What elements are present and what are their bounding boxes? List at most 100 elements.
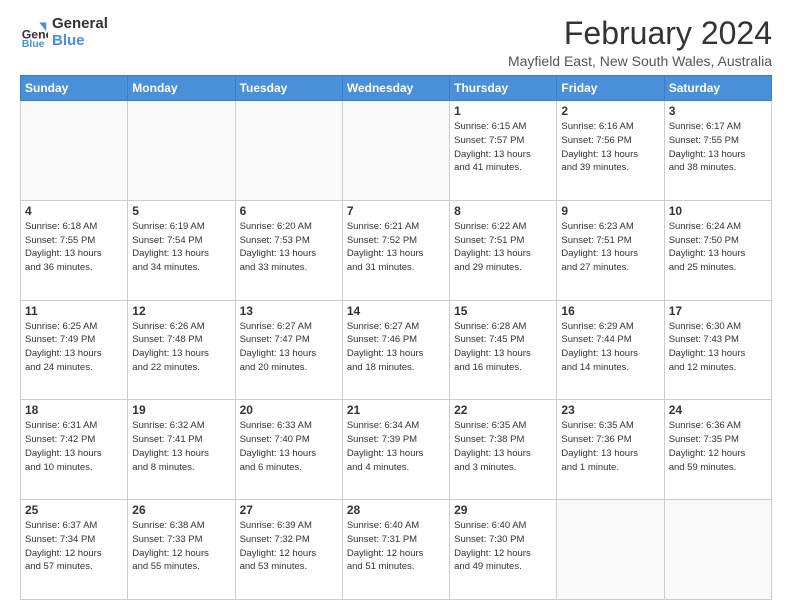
calendar-cell: 12 Sunrise: 6:26 AMSunset: 7:48 PMDayligh… bbox=[128, 300, 235, 400]
calendar-cell: 13 Sunrise: 6:27 AMSunset: 7:47 PMDayligh… bbox=[235, 300, 342, 400]
week-row-1: 4 Sunrise: 6:18 AMSunset: 7:55 PMDaylight… bbox=[21, 200, 772, 300]
calendar-header-row: SundayMondayTuesdayWednesdayThursdayFrid… bbox=[21, 76, 772, 101]
day-info: Sunrise: 6:30 AMSunset: 7:43 PMDaylight:… bbox=[669, 320, 767, 375]
day-number: 25 bbox=[25, 503, 123, 517]
logo-blue: Blue bbox=[52, 33, 108, 50]
calendar-cell: 1 Sunrise: 6:15 AMSunset: 7:57 PMDaylight… bbox=[450, 101, 557, 201]
day-number: 5 bbox=[132, 204, 230, 218]
day-number: 22 bbox=[454, 403, 552, 417]
day-info: Sunrise: 6:19 AMSunset: 7:54 PMDaylight:… bbox=[132, 220, 230, 275]
calendar-cell: 24 Sunrise: 6:36 AMSunset: 7:35 PMDayligh… bbox=[664, 400, 771, 500]
day-number: 13 bbox=[240, 304, 338, 318]
day-number: 6 bbox=[240, 204, 338, 218]
calendar-cell: 19 Sunrise: 6:32 AMSunset: 7:41 PMDayligh… bbox=[128, 400, 235, 500]
calendar-cell: 2 Sunrise: 6:16 AMSunset: 7:56 PMDaylight… bbox=[557, 101, 664, 201]
calendar-cell: 22 Sunrise: 6:35 AMSunset: 7:38 PMDayligh… bbox=[450, 400, 557, 500]
day-info: Sunrise: 6:21 AMSunset: 7:52 PMDaylight:… bbox=[347, 220, 445, 275]
day-number: 2 bbox=[561, 104, 659, 118]
calendar-cell bbox=[128, 101, 235, 201]
subtitle: Mayfield East, New South Wales, Australi… bbox=[508, 53, 772, 69]
calendar-cell: 7 Sunrise: 6:21 AMSunset: 7:52 PMDaylight… bbox=[342, 200, 449, 300]
day-number: 19 bbox=[132, 403, 230, 417]
page: General Blue General Blue February 2024 … bbox=[0, 0, 792, 612]
calendar-cell bbox=[235, 101, 342, 201]
calendar-cell bbox=[342, 101, 449, 201]
day-info: Sunrise: 6:27 AMSunset: 7:46 PMDaylight:… bbox=[347, 320, 445, 375]
day-number: 4 bbox=[25, 204, 123, 218]
day-info: Sunrise: 6:40 AMSunset: 7:31 PMDaylight:… bbox=[347, 519, 445, 574]
calendar-cell: 15 Sunrise: 6:28 AMSunset: 7:45 PMDayligh… bbox=[450, 300, 557, 400]
day-info: Sunrise: 6:15 AMSunset: 7:57 PMDaylight:… bbox=[454, 120, 552, 175]
calendar-cell: 6 Sunrise: 6:20 AMSunset: 7:53 PMDaylight… bbox=[235, 200, 342, 300]
header-day-friday: Friday bbox=[557, 76, 664, 101]
day-number: 17 bbox=[669, 304, 767, 318]
calendar-cell bbox=[557, 500, 664, 600]
day-number: 20 bbox=[240, 403, 338, 417]
calendar-cell: 10Sunrise: 6:24 AMSunset: 7:50 PMDayligh… bbox=[664, 200, 771, 300]
day-info: Sunrise: 6:34 AMSunset: 7:39 PMDaylight:… bbox=[347, 419, 445, 474]
calendar-cell: 16 Sunrise: 6:29 AMSunset: 7:44 PMDayligh… bbox=[557, 300, 664, 400]
calendar-cell: 26Sunrise: 6:38 AMSunset: 7:33 PMDayligh… bbox=[128, 500, 235, 600]
day-info: Sunrise: 6:35 AMSunset: 7:36 PMDaylight:… bbox=[561, 419, 659, 474]
day-info: Sunrise: 6:26 AMSunset: 7:48 PMDaylight:… bbox=[132, 320, 230, 375]
header-day-sunday: Sunday bbox=[21, 76, 128, 101]
day-info: Sunrise: 6:32 AMSunset: 7:41 PMDaylight:… bbox=[132, 419, 230, 474]
day-info: Sunrise: 6:39 AMSunset: 7:32 PMDaylight:… bbox=[240, 519, 338, 574]
calendar-cell: 5 Sunrise: 6:19 AMSunset: 7:54 PMDaylight… bbox=[128, 200, 235, 300]
day-number: 21 bbox=[347, 403, 445, 417]
day-info: Sunrise: 6:17 AMSunset: 7:55 PMDaylight:… bbox=[669, 120, 767, 175]
day-info: Sunrise: 6:29 AMSunset: 7:44 PMDaylight:… bbox=[561, 320, 659, 375]
calendar-cell: 29Sunrise: 6:40 AMSunset: 7:30 PMDayligh… bbox=[450, 500, 557, 600]
header-day-saturday: Saturday bbox=[664, 76, 771, 101]
calendar-cell: 3 Sunrise: 6:17 AMSunset: 7:55 PMDaylight… bbox=[664, 101, 771, 201]
day-info: Sunrise: 6:28 AMSunset: 7:45 PMDaylight:… bbox=[454, 320, 552, 375]
day-info: Sunrise: 6:18 AMSunset: 7:55 PMDaylight:… bbox=[25, 220, 123, 275]
calendar-cell: 17 Sunrise: 6:30 AMSunset: 7:43 PMDayligh… bbox=[664, 300, 771, 400]
day-number: 9 bbox=[561, 204, 659, 218]
calendar-cell: 20 Sunrise: 6:33 AMSunset: 7:40 PMDayligh… bbox=[235, 400, 342, 500]
header-day-tuesday: Tuesday bbox=[235, 76, 342, 101]
main-title: February 2024 bbox=[508, 16, 772, 51]
day-info: Sunrise: 6:40 AMSunset: 7:30 PMDaylight:… bbox=[454, 519, 552, 574]
week-row-0: 1 Sunrise: 6:15 AMSunset: 7:57 PMDaylight… bbox=[21, 101, 772, 201]
logo-icon: General Blue bbox=[20, 19, 48, 47]
day-info: Sunrise: 6:22 AMSunset: 7:51 PMDaylight:… bbox=[454, 220, 552, 275]
day-number: 28 bbox=[347, 503, 445, 517]
title-block: February 2024 Mayfield East, New South W… bbox=[508, 16, 772, 69]
day-info: Sunrise: 6:36 AMSunset: 7:35 PMDaylight:… bbox=[669, 419, 767, 474]
calendar-cell bbox=[664, 500, 771, 600]
day-number: 24 bbox=[669, 403, 767, 417]
day-info: Sunrise: 6:25 AMSunset: 7:49 PMDaylight:… bbox=[25, 320, 123, 375]
calendar-cell: 23Sunrise: 6:35 AMSunset: 7:36 PMDayligh… bbox=[557, 400, 664, 500]
day-number: 8 bbox=[454, 204, 552, 218]
day-number: 1 bbox=[454, 104, 552, 118]
header: General Blue General Blue February 2024 … bbox=[20, 16, 772, 69]
day-number: 10 bbox=[669, 204, 767, 218]
header-day-thursday: Thursday bbox=[450, 76, 557, 101]
day-number: 3 bbox=[669, 104, 767, 118]
day-number: 16 bbox=[561, 304, 659, 318]
calendar-cell bbox=[21, 101, 128, 201]
calendar-cell: 28 Sunrise: 6:40 AMSunset: 7:31 PMDayligh… bbox=[342, 500, 449, 600]
day-info: Sunrise: 6:27 AMSunset: 7:47 PMDaylight:… bbox=[240, 320, 338, 375]
day-info: Sunrise: 6:20 AMSunset: 7:53 PMDaylight:… bbox=[240, 220, 338, 275]
day-info: Sunrise: 6:38 AMSunset: 7:33 PMDaylight:… bbox=[132, 519, 230, 574]
day-number: 11 bbox=[25, 304, 123, 318]
day-number: 12 bbox=[132, 304, 230, 318]
day-number: 7 bbox=[347, 204, 445, 218]
calendar-cell: 4 Sunrise: 6:18 AMSunset: 7:55 PMDaylight… bbox=[21, 200, 128, 300]
calendar-cell: 8 Sunrise: 6:22 AMSunset: 7:51 PMDaylight… bbox=[450, 200, 557, 300]
day-number: 27 bbox=[240, 503, 338, 517]
calendar: SundayMondayTuesdayWednesdayThursdayFrid… bbox=[20, 75, 772, 600]
svg-text:Blue: Blue bbox=[22, 38, 45, 47]
day-number: 14 bbox=[347, 304, 445, 318]
day-number: 18 bbox=[25, 403, 123, 417]
calendar-cell: 11 Sunrise: 6:25 AMSunset: 7:49 PMDayligh… bbox=[21, 300, 128, 400]
header-day-monday: Monday bbox=[128, 76, 235, 101]
week-row-3: 18Sunrise: 6:31 AMSunset: 7:42 PMDayligh… bbox=[21, 400, 772, 500]
day-info: Sunrise: 6:33 AMSunset: 7:40 PMDaylight:… bbox=[240, 419, 338, 474]
day-info: Sunrise: 6:16 AMSunset: 7:56 PMDaylight:… bbox=[561, 120, 659, 175]
day-info: Sunrise: 6:35 AMSunset: 7:38 PMDaylight:… bbox=[454, 419, 552, 474]
day-number: 15 bbox=[454, 304, 552, 318]
calendar-cell: 21 Sunrise: 6:34 AMSunset: 7:39 PMDayligh… bbox=[342, 400, 449, 500]
